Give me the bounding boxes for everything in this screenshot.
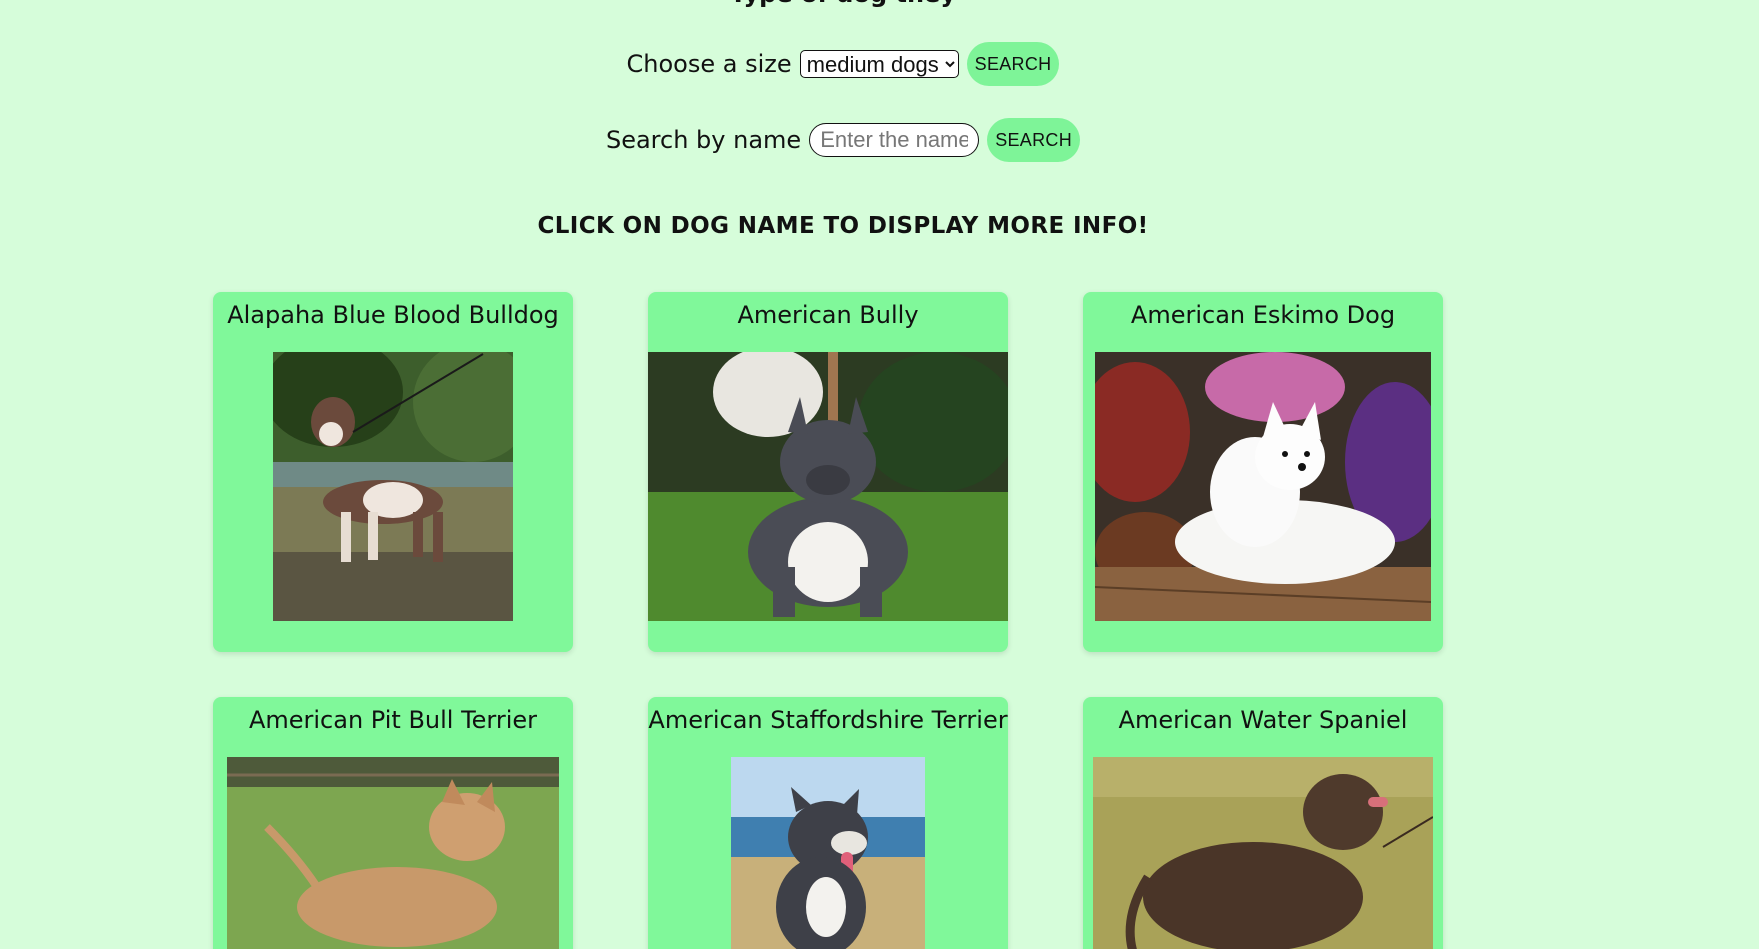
instruction-text: CLICK ON DOG NAME TO DISPLAY MORE INFO! bbox=[537, 213, 1149, 239]
dog-name-link[interactable]: American Water Spaniel bbox=[1083, 697, 1443, 741]
dog-name-link[interactable]: American Eskimo Dog bbox=[1083, 292, 1443, 336]
page: Type of dog they Choose a size medium do… bbox=[0, 0, 1759, 949]
name-search-input[interactable] bbox=[809, 123, 980, 157]
name-filter-row: Search by name SEARCH bbox=[0, 117, 1686, 163]
dog-photo bbox=[273, 352, 513, 621]
size-search-button[interactable]: SEARCH bbox=[966, 42, 1060, 86]
dog-card: American Bully bbox=[648, 292, 1008, 652]
dog-card: American Water Spaniel bbox=[1083, 697, 1443, 949]
dog-photo bbox=[1095, 352, 1431, 621]
dog-card: American Eskimo Dog bbox=[1083, 292, 1443, 652]
dog-photo bbox=[1093, 757, 1433, 949]
dog-card: American Pit Bull Terrier bbox=[213, 697, 573, 949]
page-heading: Type of dog they bbox=[0, 0, 1686, 10]
dog-photo bbox=[731, 757, 925, 949]
dog-photo bbox=[648, 352, 1008, 621]
name-search-button[interactable]: SEARCH bbox=[987, 118, 1081, 162]
size-filter-row: Choose a size medium dogs SEARCH bbox=[0, 41, 1686, 87]
dog-name-link[interactable]: Alapaha Blue Blood Bulldog bbox=[213, 292, 573, 336]
dog-name-link[interactable]: American Staffordshire Terrier bbox=[648, 697, 1008, 741]
dog-card: American Staffordshire Terrier bbox=[648, 697, 1008, 949]
name-filter-label: Search by name bbox=[605, 126, 802, 154]
dog-name-link[interactable]: American Bully bbox=[648, 292, 1008, 336]
size-select[interactable]: medium dogs bbox=[799, 50, 959, 78]
size-filter-label: Choose a size bbox=[626, 50, 792, 78]
dog-name-link[interactable]: American Pit Bull Terrier bbox=[213, 697, 573, 741]
dog-card: Alapaha Blue Blood Bulldog bbox=[213, 292, 573, 652]
dog-photo bbox=[227, 757, 559, 949]
